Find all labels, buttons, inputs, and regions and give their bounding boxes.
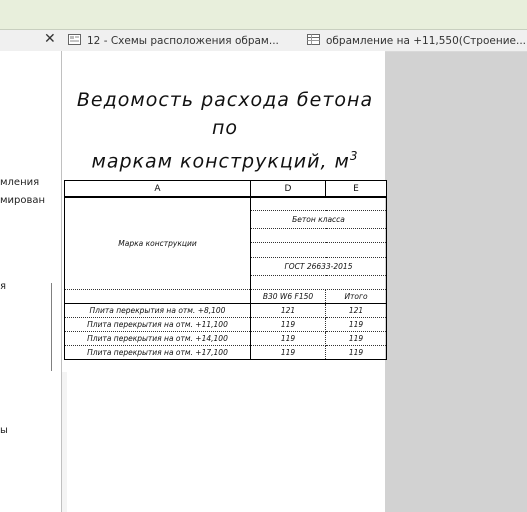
column-header-d[interactable]: D	[250, 180, 326, 198]
title-superscript: 3	[349, 149, 359, 163]
title-line-1: Ведомость расхода бетона по	[76, 89, 374, 139]
ribbon-strip	[0, 0, 527, 30]
row-d[interactable]: 121	[250, 302, 326, 318]
header-blank	[250, 196, 387, 211]
header-blank	[250, 275, 387, 290]
row-name[interactable]: Плита перекрытия на отм. +11,100	[64, 317, 251, 332]
concrete-class-cell[interactable]: Бетон класса	[250, 210, 387, 229]
header-left-cell[interactable]: Марка конструкции	[64, 196, 251, 290]
row-name[interactable]: Плита перекрытия на отм. +14,100	[64, 331, 251, 346]
row-e[interactable]: 119	[325, 345, 387, 360]
table-row: Плита перекрытия на отм. +14,100 119 119	[64, 331, 387, 346]
view-margin	[62, 372, 67, 512]
table-row: Плита перекрытия на отм. +11,100 119 119	[64, 317, 387, 332]
row-e[interactable]: 121	[325, 302, 387, 318]
project-browser: мления мирован я ы	[0, 51, 62, 512]
row-name[interactable]: Плита перекрытия на отм. +8,100	[64, 302, 251, 318]
browser-item[interactable]: я	[0, 281, 6, 292]
tab-label: обрамление на +11,550(Строение...	[326, 34, 527, 47]
scroll-indicator[interactable]	[51, 283, 52, 371]
header-blank	[250, 242, 387, 258]
header-blank	[64, 289, 251, 303]
title-line-2: маркам конструкций, м3	[91, 149, 359, 173]
sheet-icon	[68, 33, 81, 48]
column-header-a[interactable]: A	[64, 180, 251, 198]
gost-cell[interactable]: ГОСТ 26633-2015	[250, 257, 387, 276]
table-row: Плита перекрытия на отм. +8,100 121 121	[64, 302, 387, 318]
column-header-e[interactable]: E	[325, 180, 387, 198]
header-blank	[250, 228, 387, 243]
row-name[interactable]: Плита перекрытия на отм. +17,100	[64, 345, 251, 360]
table-row: Плита перекрытия на отм. +17,100 119 119	[64, 345, 387, 360]
row-e[interactable]: 119	[325, 317, 387, 332]
schedule-table: A D E Марка конструкции Бетон класса ГОС…	[64, 180, 387, 360]
tab-schedule[interactable]: обрамление на +11,550(Строение...	[307, 30, 526, 51]
row-d[interactable]: 119	[250, 345, 326, 360]
browser-item[interactable]: мления	[0, 177, 39, 188]
subheader-e[interactable]: Итого	[325, 289, 387, 304]
schedule-icon	[307, 33, 320, 48]
schedule-title: Ведомость расхода бетона по маркам конст…	[62, 86, 388, 175]
browser-item[interactable]: мирован	[0, 195, 45, 206]
row-d[interactable]: 119	[250, 331, 326, 346]
row-e[interactable]: 119	[325, 331, 387, 346]
subheader-d[interactable]: В30 W6 F150	[250, 289, 326, 304]
tab-sheet-12[interactable]: 12 - Схемы расположения обрам...	[68, 30, 279, 51]
browser-item[interactable]: ы	[0, 425, 8, 436]
row-d[interactable]: 119	[250, 317, 326, 332]
close-panel-icon[interactable]: ✕	[44, 31, 56, 48]
tab-label: 12 - Схемы расположения обрам...	[87, 34, 279, 47]
column-header-row: A D E	[64, 180, 387, 198]
